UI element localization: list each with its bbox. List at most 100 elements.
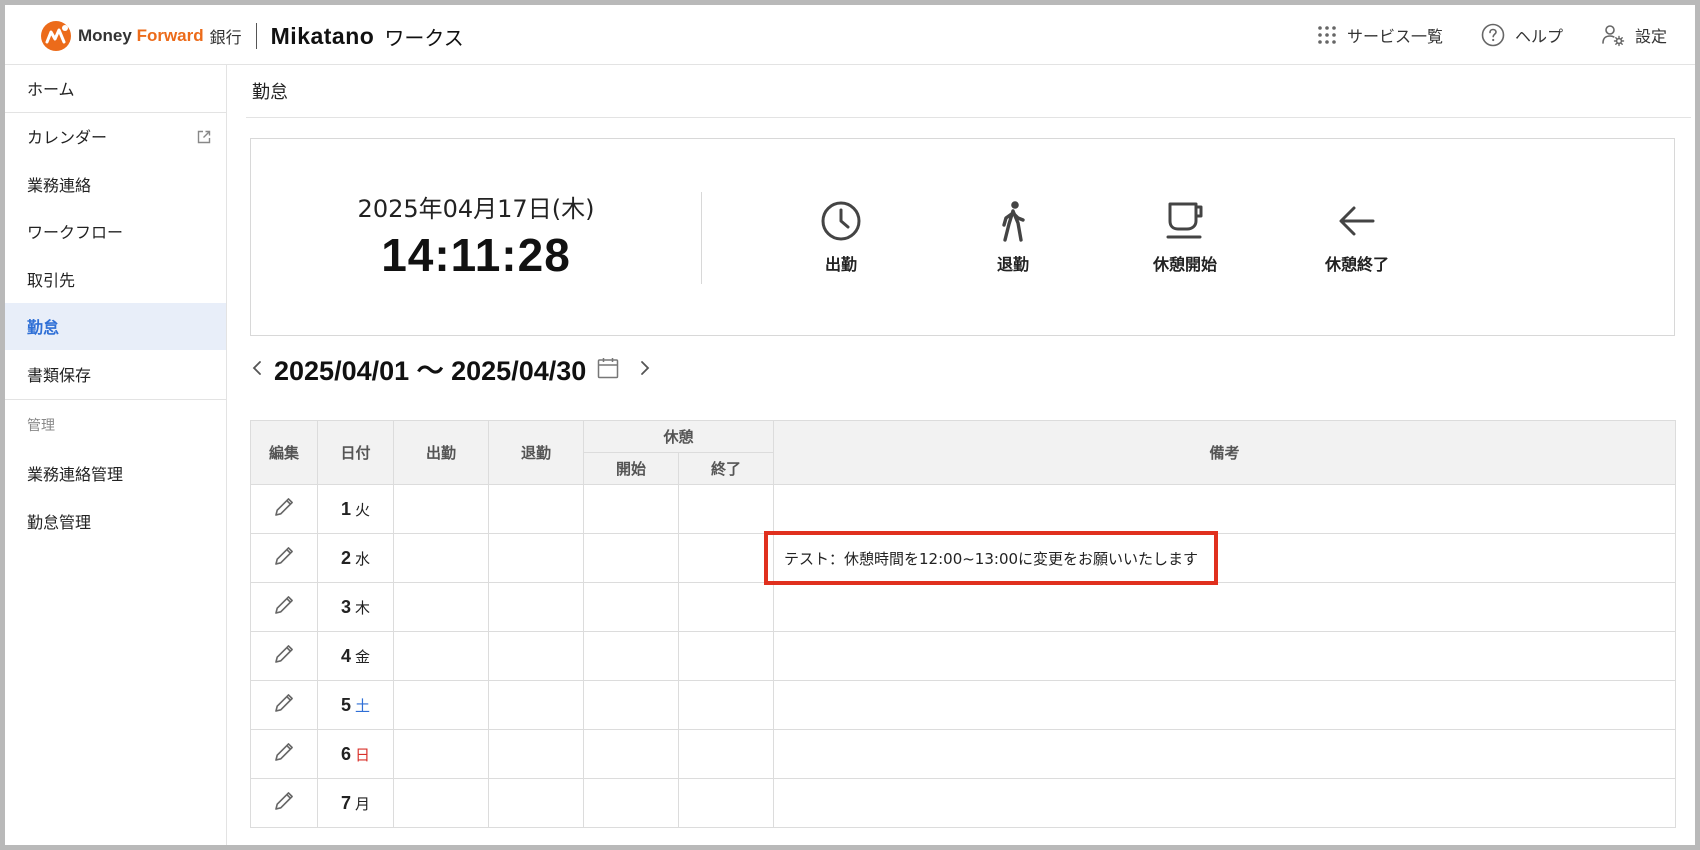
col-header-clock-in: 出勤 [393, 420, 489, 485]
product-name: Mikatano [270, 22, 375, 49]
service-list-link[interactable]: サービス一覧 [1317, 23, 1443, 47]
day-number: 4 [340, 645, 351, 666]
break-end-cell [677, 582, 775, 632]
panel-divider [701, 192, 702, 284]
date-range-label: 2025/04/01 〜 2025/04/30 [274, 355, 587, 386]
sidebar-item-calendar[interactable]: カレンダー [5, 113, 226, 161]
current-time: 14:11:28 [381, 229, 571, 281]
logo-divider [255, 23, 257, 49]
break-start-label: 休憩開始 [1152, 255, 1217, 274]
sidebar-item-attendance-admin[interactable]: 勤怠管理 [5, 497, 226, 545]
date-cell: 1火 [317, 484, 394, 534]
edit-cell [250, 631, 318, 681]
remarks-cell [773, 680, 1677, 730]
pencil-edit-icon [275, 547, 293, 565]
walking-person-icon [1002, 201, 1025, 242]
money-forward-logo-icon [41, 21, 71, 51]
break-end-button[interactable]: 休憩終了 [1297, 199, 1417, 275]
remarks-cell [773, 729, 1677, 779]
table-row: 4金 [250, 631, 1677, 681]
calendar-picker-button[interactable] [596, 356, 620, 380]
help-link[interactable]: ヘルプ [1481, 23, 1563, 47]
edit-row-button[interactable] [272, 642, 296, 670]
remark-text: テスト：休憩時間を12:00~13:00に変更をお願いいたします [784, 549, 1199, 568]
col-header-break-start: 開始 [583, 452, 679, 485]
date-range-selector: 2025/04/01 〜 2025/04/30 [250, 348, 652, 388]
top-header: Money Forward 銀行 Mikatano ワークス サービス一覧 ヘル… [5, 5, 1695, 65]
remarks-cell [773, 778, 1677, 828]
remarks-cell [773, 631, 1677, 681]
sidebar-item-label: 書類保存 [27, 365, 92, 385]
sidebar-item-clients[interactable]: 取引先 [5, 255, 226, 303]
sidebar-item-label: 勤怠 [27, 318, 60, 338]
date-cell: 6日 [317, 729, 394, 779]
sidebar-item-label: ワークフロー [27, 223, 124, 243]
edit-row-button[interactable] [272, 691, 296, 719]
date-cell: 3木 [317, 582, 394, 632]
clock-in-label: 出勤 [824, 255, 857, 274]
arrow-left-icon [1339, 206, 1375, 236]
edit-cell [250, 582, 318, 632]
break-start-button[interactable]: 休憩開始 [1125, 199, 1245, 275]
edit-cell [250, 484, 318, 534]
sidebar-item-label: ホーム [27, 80, 75, 100]
clock-out-cell [488, 484, 584, 534]
clock-in-button[interactable]: 出勤 [781, 199, 901, 275]
edit-row-button[interactable] [272, 495, 296, 523]
day-number: 2 [340, 547, 351, 568]
break-end-cell [677, 533, 775, 583]
app-logo[interactable]: Money Forward 銀行 Mikatano ワークス [40, 21, 464, 51]
table-row: 3木 [250, 582, 1677, 632]
remarks-cell [773, 582, 1677, 632]
day-number: 5 [340, 694, 351, 715]
sidebar-item-business-contact[interactable]: 業務連絡 [5, 160, 226, 208]
day-number: 3 [340, 596, 351, 617]
col-header-break: 休憩 [582, 420, 775, 453]
header-nav: サービス一覧 ヘルプ 設定 [1279, 23, 1667, 47]
remarks-cell [773, 484, 1677, 534]
brand-name: Money Forward [78, 26, 204, 45]
table-row: 6日 [250, 729, 1677, 779]
sidebar-item-label: 業務連絡 [27, 175, 92, 195]
time-clock-panel: 2025年04月17日(木) 14:11:28 出勤 退勤 休憩開始 休憩終了 [250, 138, 1675, 336]
edit-cell [250, 778, 318, 828]
sidebar-item-business-contact-admin[interactable]: 業務連絡管理 [5, 450, 226, 498]
pencil-edit-icon [275, 498, 293, 516]
app-window: Money Forward 銀行 Mikatano ワークス サービス一覧 ヘル… [5, 5, 1695, 845]
clock-out-cell [488, 533, 584, 583]
remarks-cell: テスト：休憩時間を12:00~13:00に変更をお願いいたします [764, 531, 1677, 585]
sidebar-item-document-storage[interactable]: 書類保存 [5, 350, 226, 398]
break-end-cell [677, 729, 775, 779]
table-row: 1火 [250, 484, 1677, 534]
date-cell: 4金 [317, 631, 394, 681]
date-cell: 2水 [317, 533, 394, 583]
day-number: 6 [340, 743, 351, 764]
clock-out-cell [488, 729, 584, 779]
col-header-clock-out: 退勤 [488, 420, 584, 485]
edit-cell [250, 680, 318, 730]
table-row: 5土 [250, 680, 1677, 730]
clock-out-button[interactable]: 退勤 [953, 199, 1073, 275]
sidebar-item-workflow[interactable]: ワークフロー [5, 208, 226, 256]
edit-row-button[interactable] [272, 544, 296, 572]
break-start-cell [583, 484, 679, 534]
help-circle-icon [1481, 23, 1505, 47]
break-end-label: 休憩終了 [1324, 255, 1389, 274]
prev-period-button[interactable] [250, 360, 264, 376]
product-suffix: ワークス [384, 25, 464, 50]
edit-row-button[interactable] [272, 740, 296, 768]
edit-row-button[interactable] [272, 789, 296, 817]
settings-link[interactable]: 設定 [1601, 23, 1667, 47]
clock-in-cell [393, 680, 489, 730]
sidebar-item-attendance[interactable]: 勤怠 [5, 302, 226, 350]
clock-out-cell [488, 778, 584, 828]
sidebar-item-label: 勤怠管理 [27, 512, 92, 532]
break-start-cell [583, 533, 679, 583]
next-period-button[interactable] [638, 360, 652, 376]
sidebar-item-home[interactable]: ホーム [5, 65, 226, 113]
clock-in-cell [393, 484, 489, 534]
main-content: 勤怠 2025年04月17日(木) 14:11:28 出勤 退勤 休憩開始 休憩… [228, 65, 1695, 845]
clock-in-cell [393, 729, 489, 779]
edit-row-button[interactable] [272, 593, 296, 621]
col-header-remarks: 備考 [773, 420, 1677, 485]
